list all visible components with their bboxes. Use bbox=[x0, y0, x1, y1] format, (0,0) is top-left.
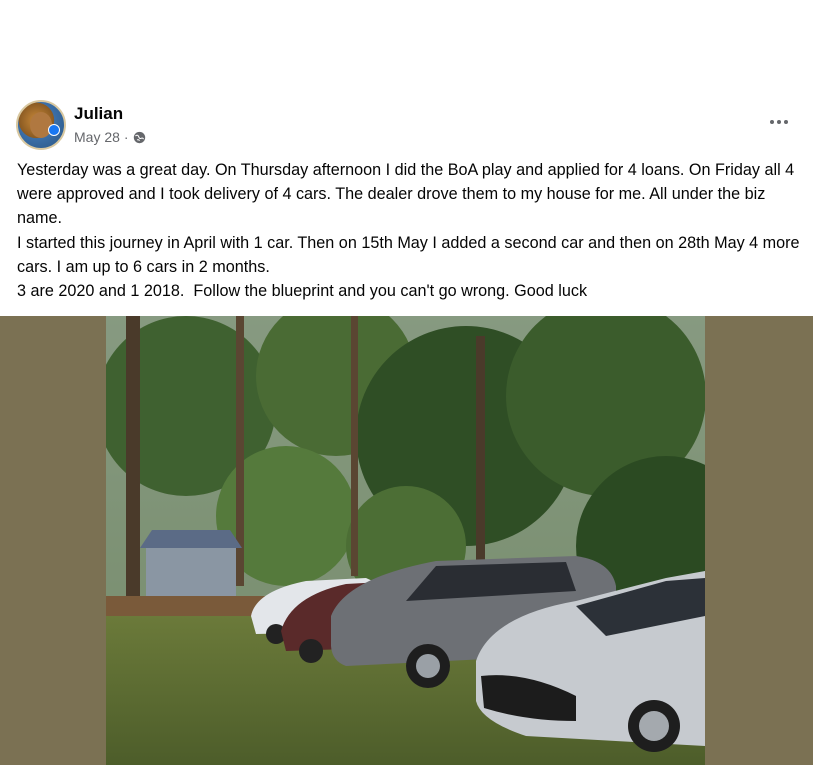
globe-icon[interactable] bbox=[133, 131, 146, 144]
post-header: Julian May 28 · bbox=[16, 100, 797, 152]
post-paragraph: Yesterday was a great day. On Thursday a… bbox=[17, 161, 799, 228]
more-options-icon bbox=[770, 120, 774, 124]
avatar-badge bbox=[48, 124, 60, 136]
cars-photo-illustration bbox=[106, 316, 705, 765]
photo-frame bbox=[0, 316, 813, 765]
post-photo[interactable] bbox=[106, 316, 705, 765]
post-paragraph: I started this journey in April with 1 c… bbox=[17, 233, 805, 276]
post-date[interactable]: May 28 bbox=[74, 129, 120, 145]
meta-separator: · bbox=[123, 129, 129, 145]
author-name[interactable]: Julian bbox=[74, 104, 123, 124]
post-paragraph: 3 are 2020 and 1 2018. Follow the bluepr… bbox=[17, 282, 588, 301]
post-meta: May 28 · bbox=[74, 129, 146, 145]
more-options-button[interactable] bbox=[763, 110, 795, 134]
author-avatar[interactable] bbox=[16, 100, 66, 150]
post-text: Yesterday was a great day. On Thursday a… bbox=[17, 158, 803, 303]
